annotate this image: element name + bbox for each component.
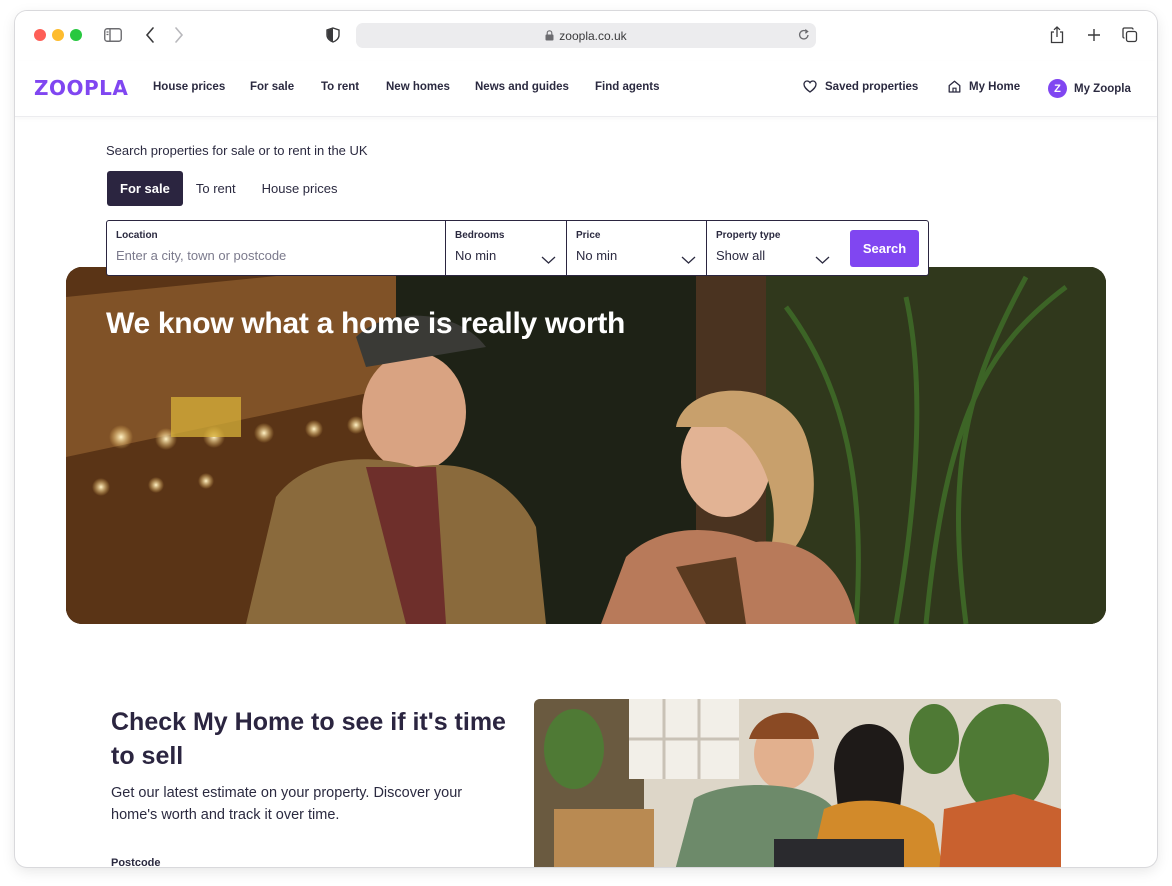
nav-news-and-guides[interactable]: News and guides	[475, 81, 569, 93]
address-bar[interactable]: zoopla.co.uk	[356, 23, 816, 48]
saved-properties-label: Saved properties	[825, 80, 919, 93]
bedrooms-value: No min	[455, 248, 497, 263]
share-icon[interactable]	[1046, 24, 1068, 46]
price-value: No min	[576, 248, 618, 263]
nav-find-agents[interactable]: Find agents	[595, 81, 660, 93]
price-select[interactable]: Price No min	[567, 221, 707, 275]
heart-icon	[803, 80, 817, 93]
browser-toolbar: zoopla.co.uk	[15, 11, 1157, 61]
search-tabs: For sale To rent House prices	[107, 171, 350, 206]
zoopla-avatar-icon: Z	[1048, 79, 1067, 98]
zoopla-logo[interactable]: ZOOPLA	[34, 76, 128, 100]
tab-house-prices[interactable]: House prices	[249, 171, 351, 206]
sidebar-toggle-icon[interactable]	[102, 24, 124, 46]
check-my-home-title: Check My Home to see if it's time to sel…	[111, 708, 506, 770]
check-my-home-description: Get our latest estimate on your property…	[111, 785, 463, 823]
forward-icon[interactable]	[168, 24, 190, 46]
couple-laptop-photo	[534, 699, 1061, 867]
postcode-label: Postcode	[111, 857, 161, 867]
nav-new-homes[interactable]: New homes	[386, 81, 450, 93]
site-header: ZOOPLA House prices For sale To rent New…	[15, 61, 1157, 117]
location-label: Location	[116, 230, 158, 241]
tab-for-sale[interactable]: For sale	[107, 171, 183, 206]
back-icon[interactable]	[139, 24, 161, 46]
property-type-select[interactable]: Property type Show all	[707, 221, 840, 275]
property-type-value: Show all	[716, 248, 766, 263]
bedrooms-label: Bedrooms	[455, 230, 505, 241]
minimize-window-button[interactable]	[52, 29, 64, 41]
reload-icon[interactable]	[798, 28, 810, 44]
saved-properties-link[interactable]: Saved properties	[803, 80, 918, 93]
search-heading: Search properties for sale or to rent in…	[106, 143, 368, 158]
my-home-label: My Home	[969, 80, 1021, 93]
nav-for-sale[interactable]: For sale	[250, 81, 294, 93]
location-input[interactable]: Enter a city, town or postcode	[116, 248, 286, 263]
hero-banner: We know what a home is really worth	[66, 267, 1106, 624]
property-search-form: Location Enter a city, town or postcode …	[106, 220, 929, 276]
chevron-down-icon	[815, 251, 830, 269]
location-field[interactable]: Location Enter a city, town or postcode	[107, 221, 446, 275]
hero-title: We know what a home is really worth	[106, 307, 626, 340]
chevron-down-icon	[681, 251, 696, 269]
close-window-button[interactable]	[34, 29, 46, 41]
my-zoopla-label: My Zoopla	[1074, 82, 1131, 95]
house-icon	[948, 80, 961, 93]
url-text: zoopla.co.uk	[559, 28, 627, 43]
browser-window: zoopla.co.uk ZOOPLA House prices For sal…	[15, 11, 1157, 867]
lock-icon	[545, 30, 554, 41]
nav-house-prices[interactable]: House prices	[153, 81, 225, 93]
nav-to-rent[interactable]: To rent	[321, 81, 359, 93]
bedrooms-select[interactable]: Bedrooms No min	[446, 221, 567, 275]
search-button[interactable]: Search	[850, 230, 919, 267]
privacy-shield-icon[interactable]	[322, 24, 344, 46]
tab-to-rent[interactable]: To rent	[183, 171, 249, 206]
tab-overview-icon[interactable]	[1119, 24, 1141, 46]
zoom-window-button[interactable]	[70, 29, 82, 41]
new-tab-icon[interactable]	[1083, 24, 1105, 46]
couple-laptop-illustration	[534, 699, 1061, 867]
property-type-label: Property type	[716, 230, 781, 241]
my-home-link[interactable]: My Home	[948, 80, 1020, 93]
my-zoopla-link[interactable]: Z My Zoopla	[1048, 79, 1131, 98]
price-label: Price	[576, 230, 601, 241]
chevron-down-icon	[541, 251, 556, 269]
